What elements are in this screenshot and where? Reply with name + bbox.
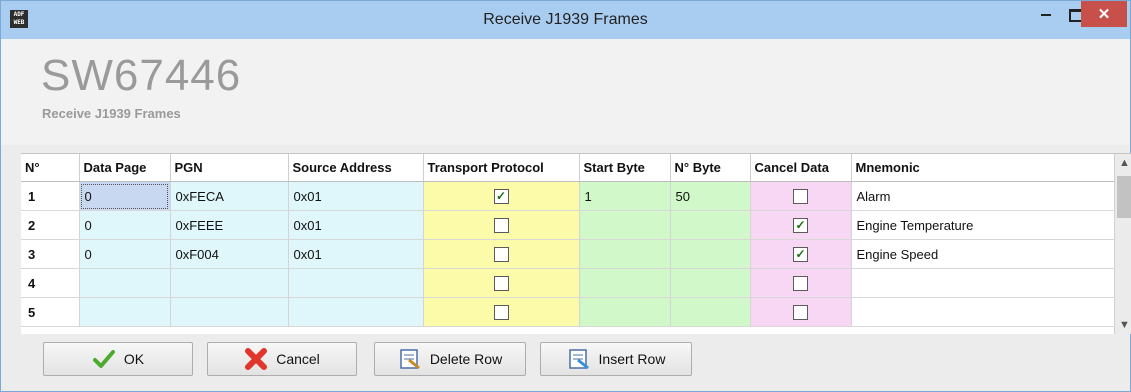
table-row[interactable]: 4 xyxy=(21,268,1115,298)
row-number-cell: 4 xyxy=(21,268,80,298)
unchecked-checkbox-icon[interactable] xyxy=(493,276,509,292)
unchecked-checkbox-icon[interactable] xyxy=(793,189,808,205)
product-code: SW67446 xyxy=(41,51,242,100)
delete-row-icon xyxy=(400,349,420,370)
table-row[interactable]: 100xFECA0x01150Alarm xyxy=(21,181,1115,211)
pgn-cell[interactable]: 0xFEEE xyxy=(170,210,289,240)
data-page-cell[interactable]: 0 xyxy=(79,181,171,211)
cancel-data-checkbox[interactable] xyxy=(750,268,852,298)
col-header-start-byte[interactable]: Start Byte xyxy=(579,154,671,182)
unchecked-checkbox-icon[interactable] xyxy=(793,276,808,292)
row-number-cell: 2 xyxy=(21,210,80,240)
ok-button[interactable]: OK xyxy=(43,342,193,376)
mnemonic-cell[interactable] xyxy=(851,297,1115,327)
data-page-cell[interactable] xyxy=(79,268,171,298)
scrollbar-thumb[interactable] xyxy=(1117,176,1131,218)
start-byte-cell[interactable] xyxy=(579,210,671,240)
page-subtitle: Receive J1939 Frames xyxy=(42,106,181,121)
minimize-icon[interactable] xyxy=(1031,1,1061,27)
table-row[interactable]: 300xF0040x01 Engine Speed xyxy=(21,239,1115,269)
insert-row-label: Insert Row xyxy=(598,351,666,367)
transport-protocol-checkbox[interactable] xyxy=(423,181,580,211)
table-row[interactable]: 5 xyxy=(21,297,1115,327)
source-address-cell[interactable]: 0x01 xyxy=(288,210,424,240)
n-byte-cell[interactable] xyxy=(670,297,751,327)
row-number-cell: 1 xyxy=(21,181,80,211)
row-number-cell: 5 xyxy=(21,297,80,327)
header-row: N° Data Page PGN Source Address Transpor… xyxy=(21,154,1115,182)
mnemonic-cell[interactable]: Engine Speed xyxy=(851,239,1115,269)
col-header-n-byte[interactable]: N° Byte xyxy=(670,154,751,182)
source-address-cell[interactable] xyxy=(288,297,424,327)
data-page-cell[interactable]: 0 xyxy=(79,239,171,269)
cancel-data-checkbox[interactable] xyxy=(750,181,852,211)
col-header-n[interactable]: N° xyxy=(21,154,80,182)
source-address-cell[interactable]: 0x01 xyxy=(288,239,424,269)
pgn-cell[interactable]: 0xFECA xyxy=(170,181,289,211)
n-byte-cell[interactable] xyxy=(670,210,751,240)
frames-table: N° Data Page PGN Source Address Transpor… xyxy=(21,154,1115,327)
table-row[interactable]: 200xFEEE0x01 Engine Temperature xyxy=(21,210,1115,240)
transport-protocol-checkbox[interactable] xyxy=(423,210,580,240)
start-byte-cell[interactable]: 1 xyxy=(579,181,671,211)
data-page-cell[interactable] xyxy=(79,297,171,327)
col-header-source-address[interactable]: Source Address xyxy=(288,154,424,182)
mnemonic-cell[interactable]: Engine Temperature xyxy=(851,210,1115,240)
close-icon[interactable]: ✕ xyxy=(1081,1,1127,27)
scroll-down-icon[interactable]: ▼ xyxy=(1115,316,1131,334)
mnemonic-cell[interactable] xyxy=(851,268,1115,298)
unchecked-checkbox-icon[interactable] xyxy=(493,305,509,321)
red-x-icon xyxy=(245,348,268,370)
n-byte-cell[interactable] xyxy=(670,239,751,269)
checked-checkbox-icon[interactable] xyxy=(793,218,808,234)
pgn-cell[interactable]: 0xF004 xyxy=(170,239,289,269)
start-byte-cell[interactable] xyxy=(579,268,671,298)
dialog-window: ADF WEB Receive J1939 Frames ✕ SW67446 Re… xyxy=(0,0,1131,392)
delete-row-label: Delete Row xyxy=(429,351,503,367)
cancel-data-checkbox[interactable] xyxy=(750,239,852,269)
transport-protocol-checkbox[interactable] xyxy=(423,268,580,298)
start-byte-cell[interactable] xyxy=(579,297,671,327)
unchecked-checkbox-icon[interactable] xyxy=(493,218,509,234)
transport-protocol-checkbox[interactable] xyxy=(423,297,580,327)
row-number-cell: 3 xyxy=(21,239,80,269)
cancel-label: Cancel xyxy=(276,351,320,367)
source-address-cell[interactable] xyxy=(288,268,424,298)
checked-checkbox-icon[interactable] xyxy=(793,247,808,263)
checked-checkbox-icon[interactable] xyxy=(493,189,509,205)
ok-label: OK xyxy=(123,351,145,367)
n-byte-cell[interactable] xyxy=(670,268,751,298)
col-header-cancel-data[interactable]: Cancel Data xyxy=(750,154,852,182)
data-page-cell[interactable]: 0 xyxy=(79,210,171,240)
source-address-cell[interactable]: 0x01 xyxy=(288,181,424,211)
checkmark-icon xyxy=(92,350,115,368)
n-byte-cell[interactable]: 50 xyxy=(670,181,751,211)
frames-grid[interactable]: N° Data Page PGN Source Address Transpor… xyxy=(21,153,1131,334)
insert-row-icon xyxy=(568,349,589,370)
cancel-data-checkbox[interactable] xyxy=(750,297,852,327)
mnemonic-cell[interactable]: Alarm xyxy=(851,181,1115,211)
unchecked-checkbox-icon[interactable] xyxy=(493,247,509,263)
pgn-cell[interactable] xyxy=(170,268,289,298)
delete-row-button[interactable]: Delete Row xyxy=(374,342,526,376)
button-bar: OK Cancel Delete Row Insert Row xyxy=(1,335,1130,391)
vertical-scrollbar[interactable]: ▲ ▼ xyxy=(1114,154,1131,334)
col-header-pgn[interactable]: PGN xyxy=(170,154,289,182)
page-header: SW67446 Receive J1939 Frames xyxy=(1,39,1130,145)
col-header-data-page[interactable]: Data Page xyxy=(79,154,171,182)
start-byte-cell[interactable] xyxy=(579,239,671,269)
cancel-data-checkbox[interactable] xyxy=(750,210,852,240)
col-header-transport-protocol[interactable]: Transport Protocol xyxy=(423,154,580,182)
cancel-button[interactable]: Cancel xyxy=(207,342,357,376)
scroll-up-icon[interactable]: ▲ xyxy=(1115,154,1131,172)
unchecked-checkbox-icon[interactable] xyxy=(793,305,808,321)
transport-protocol-checkbox[interactable] xyxy=(423,239,580,269)
insert-row-button[interactable]: Insert Row xyxy=(540,342,692,376)
title-bar[interactable]: ADF WEB Receive J1939 Frames ✕ xyxy=(1,1,1130,39)
pgn-cell[interactable] xyxy=(170,297,289,327)
window-title: Receive J1939 Frames xyxy=(483,11,648,28)
col-header-mnemonic[interactable]: Mnemonic xyxy=(851,154,1115,182)
